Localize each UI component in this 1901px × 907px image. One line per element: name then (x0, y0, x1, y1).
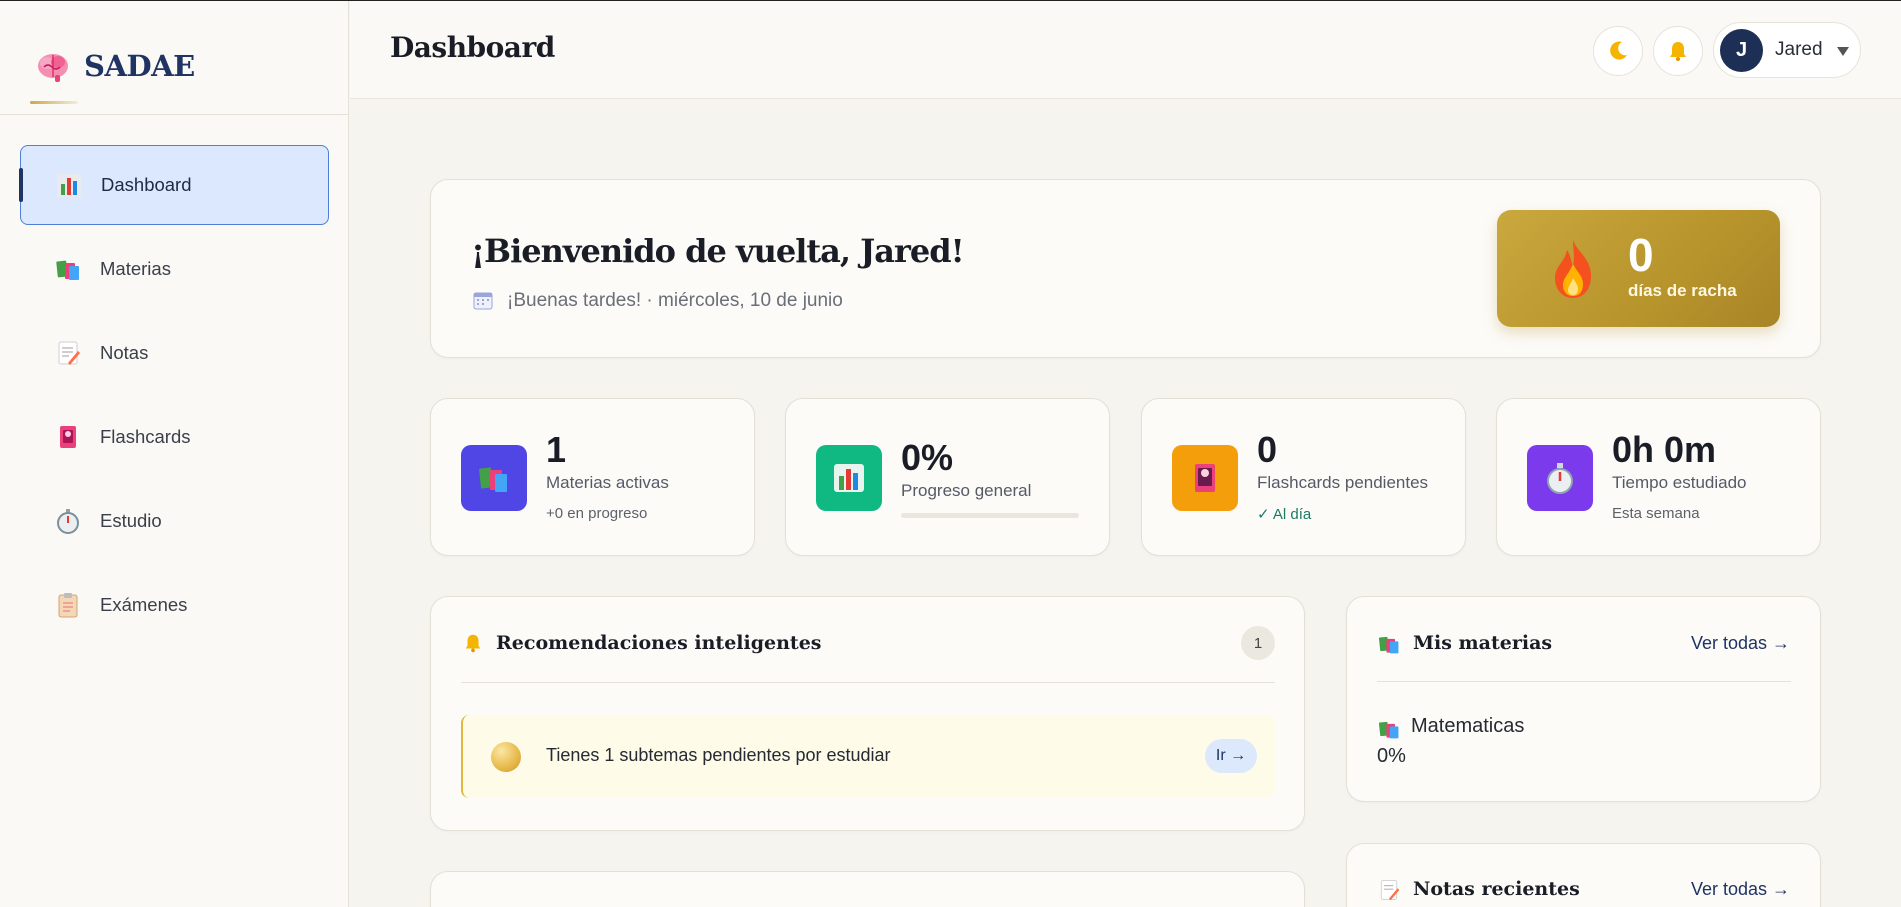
user-menu-button[interactable]: J Jared (1713, 22, 1861, 78)
welcome-title: ¡Bienvenido de vuelta, Jared! (471, 232, 965, 270)
sidebar-item-notas[interactable]: Notas (20, 313, 329, 393)
sidebar-item-examenes[interactable]: Exámenes (20, 565, 329, 645)
stat-subtext: +0 en progreso (546, 505, 648, 522)
progress-bar (901, 513, 1079, 518)
memo-icon (1380, 880, 1400, 901)
sidebar-item-materias[interactable]: Materias (20, 229, 329, 309)
card-icon (1172, 445, 1238, 511)
view-all-notes-link[interactable]: Ver todas → (1691, 879, 1790, 900)
stat-card-tiempo[interactable]: 0h 0m Tiempo estudiado Esta semana (1496, 398, 1821, 556)
divider (1377, 681, 1791, 682)
stopwatch-icon (1527, 445, 1593, 511)
books-icon (56, 260, 79, 280)
sidebar-item-label: Materias (100, 258, 171, 279)
user-name: Jared (1775, 39, 1823, 60)
recommendations-card: Recomendaciones inteligentes 1 Tienes 1 … (430, 596, 1305, 831)
sidebar-item-estudio[interactable]: Estudio (20, 481, 329, 561)
sidebar-item-label: Exámenes (100, 594, 188, 615)
subjects-card: Mis materias Ver todas → Matematicas 0% (1346, 596, 1821, 802)
coin-icon (491, 742, 521, 772)
sidebar-item-label: Flashcards (100, 426, 191, 447)
notifications-button[interactable] (1653, 26, 1703, 76)
card-icon (60, 426, 76, 448)
chevron-down-icon (1837, 47, 1849, 56)
avatar: J (1720, 29, 1763, 72)
go-button[interactable]: Ir → (1205, 739, 1257, 773)
calendar-icon (473, 292, 493, 310)
brand-underline (30, 101, 78, 104)
stat-value: 0h 0m (1612, 429, 1717, 470)
stat-card-progreso[interactable]: 0% Progreso general (785, 398, 1110, 556)
stat-label: Progreso general (901, 481, 1032, 500)
view-all-subjects-link[interactable]: Ver todas → (1691, 633, 1790, 654)
window-top-border (0, 0, 1901, 1)
clipboard-icon (58, 593, 78, 618)
sidebar-item-label: Estudio (100, 510, 162, 531)
moon-icon (1610, 41, 1627, 60)
section-title: Recomendaciones inteligentes (496, 632, 822, 654)
section-title: Notas recientes (1413, 878, 1580, 900)
stat-value: 0 (1257, 429, 1278, 470)
books-icon (1378, 721, 1399, 739)
streak-label: días de racha (1628, 281, 1737, 300)
sidebar-nav: Dashboard Materias Notas Flashcards Estu… (19, 145, 329, 649)
stopwatch-icon (57, 509, 79, 534)
memo-icon (58, 341, 80, 365)
brand[interactable]: SADAE (0, 1, 348, 115)
stat-label: Flashcards pendientes (1257, 473, 1429, 492)
welcome-subtitle: ¡Buenas tardes! · miércoles, 10 de junio (507, 290, 843, 311)
recommendation-item[interactable]: Tienes 1 subtemas pendientes por estudia… (461, 715, 1275, 798)
divider (461, 682, 1275, 683)
sidebar-item-flashcards[interactable]: Flashcards (20, 397, 329, 477)
stat-subtext: ✓ Al día (1257, 506, 1312, 523)
stat-card-flashcards[interactable]: 0 Flashcards pendientes ✓ Al día (1141, 398, 1466, 556)
stat-value: 1 (546, 429, 567, 470)
recommendation-text: Tienes 1 subtemas pendientes por estudia… (546, 745, 891, 765)
fire-icon (1555, 240, 1591, 298)
bar-chart-icon (816, 445, 882, 511)
subject-progress: 0% (1377, 745, 1406, 767)
streak-count: 0 (1628, 229, 1654, 281)
stat-label: Tiempo estudiado (1612, 473, 1747, 492)
sidebar-item-label: Dashboard (101, 174, 192, 195)
theme-toggle-button[interactable] (1593, 26, 1643, 76)
stat-subtext: Esta semana (1612, 505, 1700, 522)
recommendations-count-badge: 1 (1241, 626, 1275, 660)
bell-icon (465, 634, 481, 653)
stat-label: Materias activas (546, 473, 669, 492)
stat-value: 0% (901, 437, 954, 478)
books-icon (1378, 636, 1399, 654)
section-title: Mis materias (1413, 632, 1553, 654)
books-icon (461, 445, 527, 511)
recent-notes-card: Notas recientes Ver todas → (1346, 843, 1821, 907)
welcome-card: ¡Bienvenido de vuelta, Jared! ¡Buenas ta… (430, 179, 1821, 358)
top-header: Dashboard J Jared (350, 1, 1901, 99)
bar-chart-icon (57, 174, 81, 197)
subject-name[interactable]: Matematicas (1411, 715, 1524, 738)
page-title: Dashboard (390, 31, 555, 64)
stat-card-materias[interactable]: 1 Materias activas +0 en progreso (430, 398, 755, 556)
streak-badge: 0 días de racha (1497, 210, 1780, 327)
sidebar: SADAE Dashboard Materias Notas Flashcard… (0, 1, 349, 907)
sidebar-item-dashboard[interactable]: Dashboard (19, 145, 329, 225)
sidebar-item-label: Notas (100, 342, 149, 363)
bell-icon (1670, 42, 1686, 61)
brain-icon (38, 54, 68, 82)
lower-card (430, 871, 1305, 907)
brand-name: SADAE (84, 49, 195, 83)
